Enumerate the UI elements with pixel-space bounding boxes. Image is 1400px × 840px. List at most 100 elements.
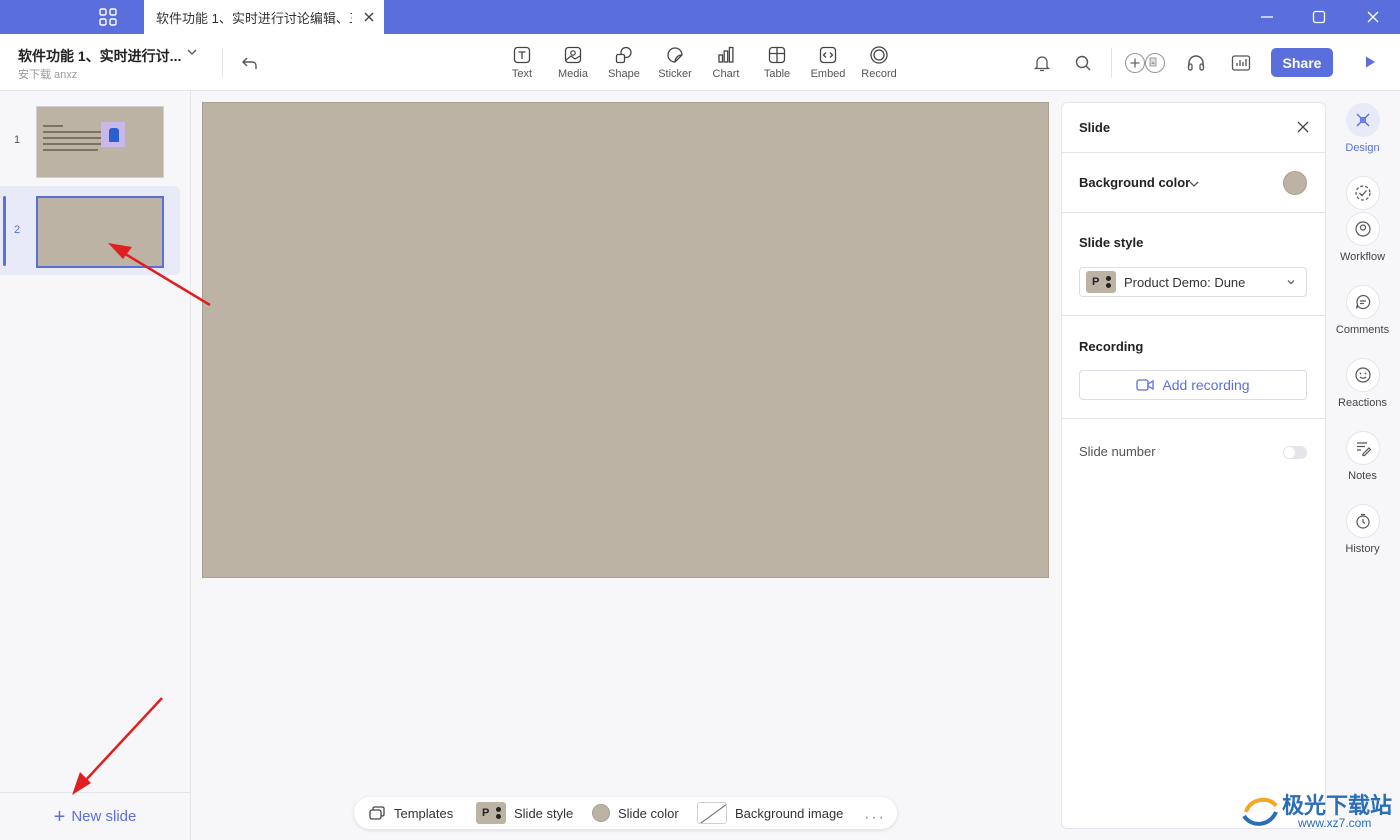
new-slide-label: New slide bbox=[71, 808, 137, 825]
background-color-label[interactable]: Background color bbox=[1079, 175, 1190, 190]
document-tab[interactable]: 软件功能 1、实时进行讨论编辑、三 bbox=[144, 0, 384, 34]
main-toolbar: 软件功能 1、实时进行讨... 安下载 anxz Text Media Shap… bbox=[0, 34, 1400, 91]
tool-label: Sticker bbox=[658, 68, 692, 80]
chevron-down-icon bbox=[1287, 280, 1295, 285]
rail-history[interactable]: History bbox=[1329, 504, 1396, 555]
tool-label: Media bbox=[558, 68, 588, 80]
slide-thumbnail[interactable] bbox=[36, 196, 164, 268]
close-window-button[interactable] bbox=[1346, 0, 1400, 34]
grid-icon bbox=[99, 8, 117, 26]
undo-icon[interactable] bbox=[240, 53, 260, 73]
rail-label: History bbox=[1345, 543, 1380, 555]
analytics-icon[interactable] bbox=[1230, 52, 1252, 74]
tool-label: Embed bbox=[810, 68, 846, 80]
smiley-icon bbox=[1345, 358, 1380, 392]
add-recording-label: Add recording bbox=[1162, 377, 1250, 393]
background-color-swatch[interactable] bbox=[1283, 171, 1307, 195]
templates-button[interactable]: Templates bbox=[368, 797, 453, 829]
slide-style-dropdown[interactable]: P Product Demo: Dune bbox=[1079, 267, 1307, 297]
check-circle-icon bbox=[1345, 176, 1380, 210]
video-camera-icon bbox=[1136, 379, 1155, 391]
slide-number: 2 bbox=[14, 224, 21, 236]
media-icon bbox=[564, 46, 582, 64]
document-title[interactable]: 软件功能 1、实时进行讨... bbox=[18, 46, 181, 66]
panel-header: Slide bbox=[1062, 103, 1325, 153]
rail-design[interactable]: Design bbox=[1329, 103, 1396, 154]
slide-thumbnail-item-selected[interactable]: 2 bbox=[0, 186, 180, 275]
embed-tool-button[interactable]: Embed bbox=[802, 45, 854, 85]
slide-properties-panel: Slide Background color Slide style P Pro… bbox=[1061, 102, 1326, 829]
history-icon bbox=[1345, 504, 1380, 538]
notes-icon bbox=[1345, 431, 1380, 465]
background-image-button[interactable]: Background image bbox=[697, 797, 843, 829]
chart-icon bbox=[718, 46, 734, 63]
maximize-button[interactable] bbox=[1292, 0, 1346, 34]
table-tool-button[interactable]: Table bbox=[751, 45, 803, 85]
slide-style-button[interactable]: P Slide style bbox=[476, 797, 573, 829]
chevron-down-icon[interactable] bbox=[1188, 178, 1200, 190]
watermark-url: www.xz7.com bbox=[1298, 816, 1372, 830]
tool-label: Chart bbox=[712, 68, 740, 80]
right-rail: Design Workflow Comments Reactions Notes… bbox=[1329, 91, 1400, 840]
slide-number: 1 bbox=[14, 134, 21, 146]
close-tab-icon[interactable] bbox=[362, 10, 376, 24]
rail-comments[interactable]: Comments bbox=[1329, 285, 1396, 336]
user-circle-icon bbox=[1345, 212, 1380, 246]
comment-icon bbox=[1345, 285, 1380, 319]
shape-tool-button[interactable]: Shape bbox=[598, 45, 650, 85]
color-swatch-icon bbox=[592, 804, 610, 822]
slide-style-section: Slide style bbox=[1062, 213, 1325, 316]
watermark: 极光下载站 www.xz7.com bbox=[1238, 786, 1396, 836]
record-icon bbox=[870, 46, 888, 64]
minimize-icon bbox=[1261, 16, 1273, 18]
thumbnail-image bbox=[101, 122, 125, 147]
design-icon bbox=[1345, 103, 1380, 137]
record-tool-button[interactable]: Record bbox=[853, 45, 905, 85]
slide-canvas[interactable] bbox=[202, 102, 1049, 578]
background-image-label: Background image bbox=[735, 805, 844, 821]
templates-label: Templates bbox=[394, 805, 454, 821]
recording-section: Recording bbox=[1062, 316, 1325, 419]
apps-grid-button[interactable] bbox=[96, 6, 120, 28]
shape-icon bbox=[615, 46, 632, 64]
chart-tool-button[interactable]: Chart bbox=[700, 45, 752, 85]
more-options-icon[interactable]: ··· bbox=[864, 809, 886, 827]
slide-thumbnail[interactable] bbox=[36, 106, 164, 178]
rail-label: Workflow bbox=[1339, 251, 1386, 263]
panel-title: Slide bbox=[1079, 120, 1111, 135]
slide-color-label: Slide color bbox=[618, 805, 679, 821]
rail-notes[interactable]: Notes bbox=[1329, 431, 1396, 482]
add-collaborator-icon[interactable] bbox=[1124, 52, 1166, 74]
slide-color-button[interactable]: Slide color bbox=[592, 797, 679, 829]
search-icon[interactable] bbox=[1072, 52, 1094, 74]
text-tool-button[interactable]: Text bbox=[496, 45, 548, 85]
bell-icon[interactable] bbox=[1031, 52, 1053, 74]
rail-label: Comments bbox=[1335, 324, 1390, 336]
rail-label: Reactions bbox=[1338, 397, 1387, 409]
media-tool-button[interactable]: Media bbox=[547, 45, 599, 85]
rail-reactions[interactable]: Reactions bbox=[1329, 358, 1396, 409]
style-badge-icon: P bbox=[476, 802, 506, 824]
slide-number-toggle[interactable] bbox=[1283, 446, 1307, 459]
watermark-logo-icon bbox=[1242, 797, 1278, 826]
slide-thumbnail-item[interactable]: 1 bbox=[0, 96, 180, 185]
slide-list-panel: 1 2 + New slide bbox=[0, 91, 191, 840]
rail-workflow[interactable]: Workflow bbox=[1329, 176, 1396, 263]
slide-style-label: Slide style bbox=[514, 805, 574, 821]
headphones-icon[interactable] bbox=[1185, 52, 1207, 74]
tool-label: Text bbox=[511, 68, 533, 80]
rail-label: Notes bbox=[1348, 470, 1377, 482]
close-icon[interactable] bbox=[1297, 121, 1309, 133]
tool-label: Record bbox=[861, 68, 897, 80]
new-slide-button[interactable]: + New slide bbox=[0, 792, 190, 840]
table-icon bbox=[768, 46, 786, 64]
templates-icon bbox=[368, 805, 386, 821]
chevron-down-icon[interactable] bbox=[186, 46, 198, 58]
share-button[interactable]: Share bbox=[1271, 48, 1333, 77]
minimize-button[interactable] bbox=[1240, 0, 1294, 34]
tool-label: Table bbox=[763, 68, 791, 80]
sticker-tool-button[interactable]: Sticker bbox=[649, 45, 701, 85]
slide-style-heading: Slide style bbox=[1079, 235, 1144, 250]
add-recording-button[interactable]: Add recording bbox=[1079, 370, 1307, 400]
present-play-icon[interactable] bbox=[1362, 54, 1378, 70]
